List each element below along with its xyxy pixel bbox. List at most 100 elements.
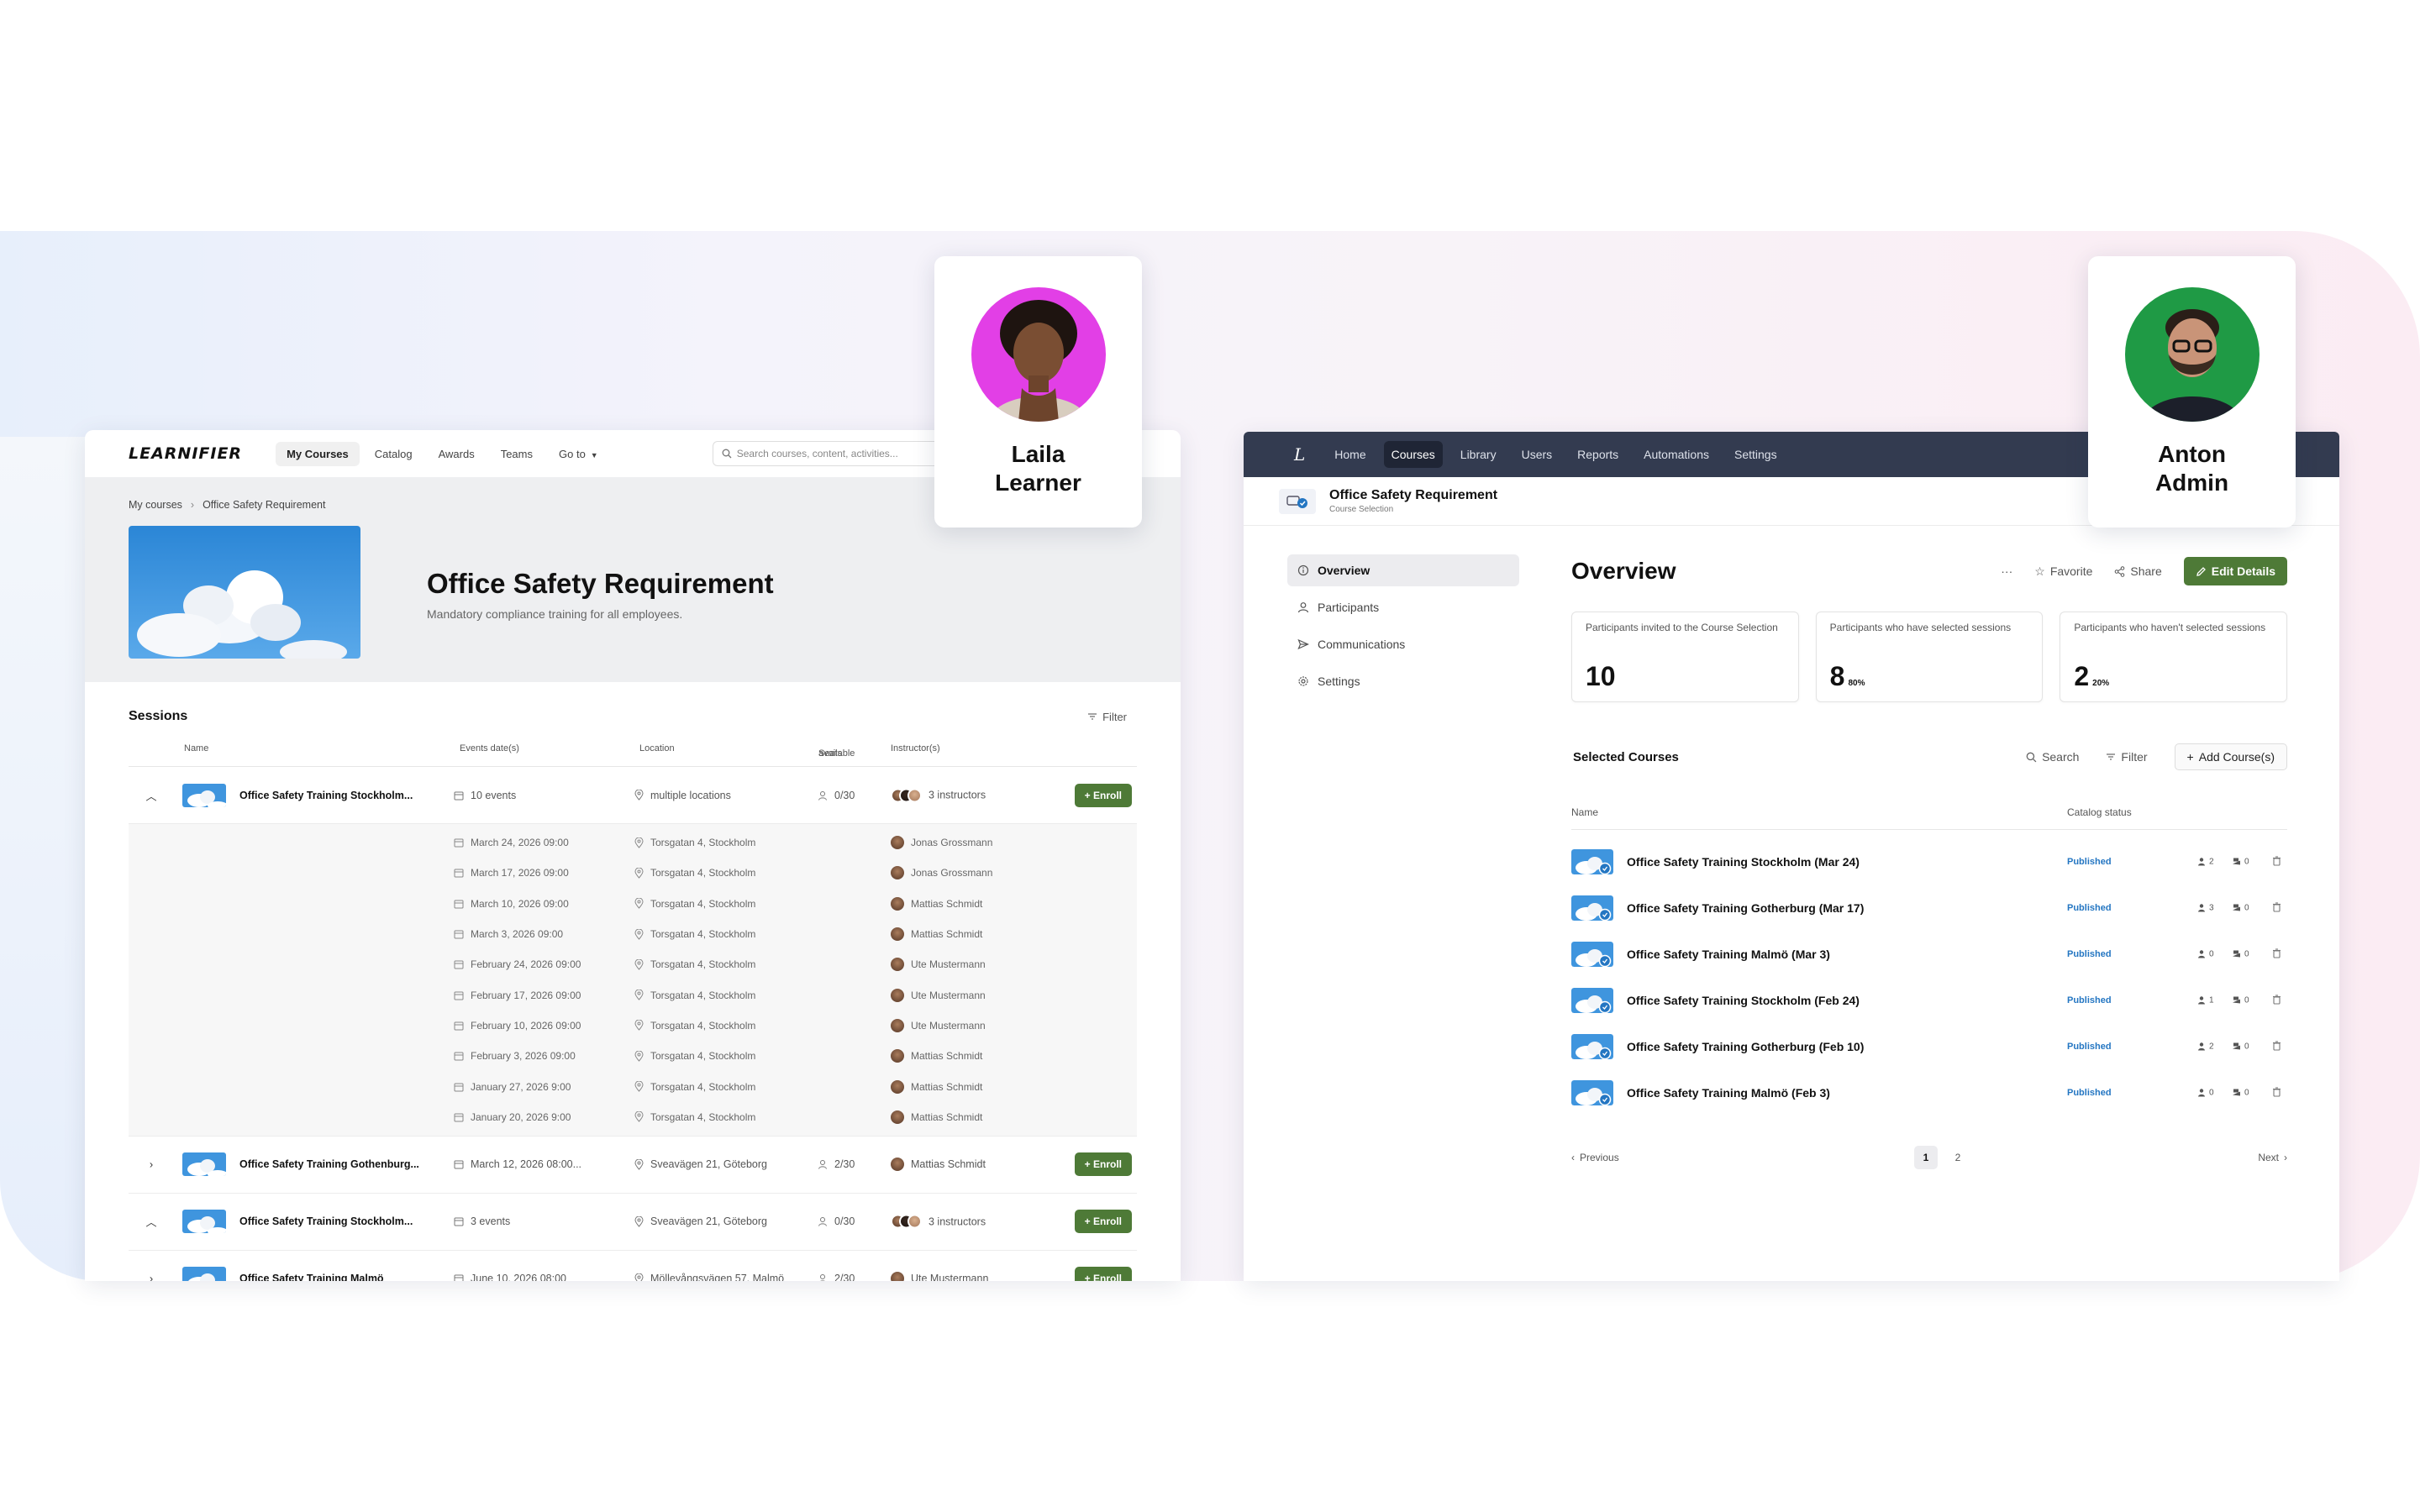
sessions-filter-button[interactable]: Filter	[1087, 711, 1127, 723]
chevron-up-icon[interactable]: ︿	[145, 1214, 157, 1230]
chevron-right-icon[interactable]: ›	[145, 1273, 157, 1281]
page-2-button[interactable]: 2	[1946, 1146, 1970, 1169]
page-1-button[interactable]: 1	[1914, 1146, 1938, 1169]
share-button[interactable]: Share	[2114, 564, 2162, 578]
stat-card-selected: Participants who have selected sessions …	[1815, 612, 2044, 702]
course-thumbnail	[1571, 987, 1613, 1013]
trash-icon[interactable]	[2272, 1040, 2281, 1053]
filter-button[interactable]: Filter	[2106, 750, 2148, 764]
session-seats-text: 0/30	[834, 789, 855, 801]
enroll-button[interactable]: + Enroll	[1074, 783, 1132, 807]
calendar-icon	[454, 1083, 464, 1092]
course-row[interactable]: Office Safety Training Gotherburg (Feb 1…	[1571, 1023, 2287, 1069]
share-icon	[2115, 565, 2125, 577]
session-name[interactable]: Office Safety Training Stockholm...	[239, 1215, 413, 1227]
nav-home[interactable]: Home	[1327, 441, 1373, 468]
session-name[interactable]: Office Safety Training Stockholm...	[239, 790, 413, 801]
course-row[interactable]: Office Safety Training Stockholm (Feb 24…	[1571, 977, 2287, 1023]
stat-value: 2 20%	[2074, 661, 2273, 692]
add-courses-button[interactable]: + Add Course(s)	[2174, 743, 2287, 770]
session-events-text: 3 events	[471, 1215, 511, 1228]
nav-library[interactable]: Library	[1453, 441, 1504, 468]
event-instructor-text: Mattias Schmidt	[911, 897, 983, 910]
session-row[interactable]: › Office Safety Training Gothenburg... M…	[129, 1137, 1137, 1194]
favorite-button[interactable]: ☆ Favorite	[2034, 564, 2092, 579]
seat-count-text: 0	[2244, 903, 2249, 912]
enroll-label: Enroll	[1092, 1158, 1122, 1171]
session-location-text: multiple locations	[650, 789, 731, 801]
course-row[interactable]: Office Safety Training Gotherburg (Mar 1…	[1571, 885, 2287, 931]
course-name[interactable]: Office Safety Training Gotherburg (Feb 1…	[1627, 1040, 1864, 1053]
sidebar-item-settings[interactable]: Settings	[1287, 665, 1519, 697]
enroll-button[interactable]: + Enroll	[1074, 1267, 1132, 1281]
nav-teams[interactable]: Teams	[490, 442, 544, 466]
session-row[interactable]: › Office Safety Training Malmö June 10, …	[129, 1251, 1137, 1281]
event-date: February 3, 2026 09:00	[454, 1050, 576, 1062]
event-date: February 24, 2026 09:00	[454, 958, 581, 970]
session-location-text: Sveavägen 21, Göteborg	[650, 1158, 767, 1171]
course-caption: Course Selection	[1329, 505, 1394, 514]
location-pin-icon	[634, 898, 644, 909]
course-name[interactable]: Office Safety Training Gotherburg (Mar 1…	[1627, 901, 1864, 915]
enroll-button[interactable]: + Enroll	[1074, 1210, 1132, 1234]
course-row[interactable]: Office Safety Training Malmö (Mar 3) Publ…	[1571, 931, 2287, 977]
participant-count: 0	[2197, 949, 2214, 958]
participant-count-text: 0	[2209, 1088, 2214, 1097]
session-thumbnail	[182, 1152, 226, 1177]
session-instructors-text: 3 instructors	[929, 789, 986, 801]
trash-icon[interactable]	[2272, 1086, 2281, 1100]
col-location: Location	[639, 743, 675, 753]
sidebar-item-communications[interactable]: Communications	[1287, 628, 1519, 660]
trash-icon[interactable]	[2272, 901, 2281, 915]
chevron-right-icon[interactable]: ›	[145, 1158, 157, 1171]
col-dates: Events date(s)	[460, 743, 519, 753]
session-location-text: Möllevångsvägen 57, Malmö	[650, 1273, 785, 1281]
next-page-button[interactable]: Next ›	[2258, 1152, 2287, 1163]
session-name[interactable]: Office Safety Training Malmö	[239, 1273, 384, 1281]
trash-icon[interactable]	[2272, 948, 2281, 961]
event-instructor-text: Mattias Schmidt	[911, 1050, 983, 1063]
stat-label: Participants who have selected sessions	[1829, 622, 2012, 633]
sidebar-item-participants[interactable]: Participants	[1287, 591, 1519, 623]
nav-awards[interactable]: Awards	[428, 442, 486, 466]
chevron-up-icon[interactable]: ︿	[145, 787, 157, 803]
sidebar-item-overview[interactable]: Overview	[1287, 554, 1519, 586]
previous-page-button[interactable]: ‹ Previous	[1571, 1152, 1619, 1163]
nav-my-courses[interactable]: My Courses	[276, 441, 360, 466]
event-date-text: February 3, 2026 09:00	[471, 1050, 576, 1063]
course-name[interactable]: Office Safety Training Malmö (Feb 3)	[1627, 1086, 1830, 1100]
calendar-icon	[454, 1217, 464, 1226]
event-instructor-text: Jonas Grossmann	[911, 867, 993, 879]
nav-reports[interactable]: Reports	[1570, 441, 1626, 468]
breadcrumb-my-courses[interactable]: My courses	[129, 499, 182, 511]
search-button[interactable]: Search	[2026, 750, 2079, 764]
calendar-icon	[454, 838, 464, 848]
selected-courses-header: Selected Courses Search Filter + Add Cour…	[1571, 743, 2287, 771]
event-instructor: Jonas Grossmann	[891, 866, 993, 880]
course-name[interactable]: Office Safety Training Stockholm (Mar 24…	[1627, 855, 1860, 869]
course-name[interactable]: Office Safety Training Malmö (Mar 3)	[1627, 948, 1830, 961]
nav-users[interactable]: Users	[1514, 441, 1560, 468]
enroll-button[interactable]: + Enroll	[1074, 1152, 1132, 1177]
session-row[interactable]: ︿ Office Safety Training Stockholm... 10…	[129, 767, 1137, 824]
course-row[interactable]: Office Safety Training Stockholm (Mar 24…	[1571, 838, 2287, 885]
nav-go-to[interactable]: Go to ▼	[548, 442, 609, 466]
nav-catalog[interactable]: Catalog	[364, 442, 424, 466]
nav-automations[interactable]: Automations	[1636, 441, 1717, 468]
course-row[interactable]: Office Safety Training Malmö (Feb 3) Publ…	[1571, 1069, 2287, 1116]
more-options-button[interactable]: ···	[2001, 564, 2012, 578]
persona-last-name: Admin	[2154, 470, 2229, 496]
caret-down-icon: ▼	[590, 450, 598, 459]
session-name[interactable]: Office Safety Training Gothenburg...	[239, 1158, 419, 1170]
trash-icon[interactable]	[2272, 994, 2281, 1007]
gear-icon	[1298, 676, 1308, 686]
course-name[interactable]: Office Safety Training Stockholm (Feb 24…	[1627, 994, 1860, 1007]
nav-courses[interactable]: Courses	[1383, 441, 1443, 468]
session-row[interactable]: ︿ Office Safety Training Stockholm... 3 …	[129, 1194, 1137, 1251]
learnifier-logo-mark[interactable]: L	[1294, 444, 1305, 465]
learnifier-logo[interactable]: LEARNIFIER	[129, 444, 242, 463]
event-instructor-text: Ute Mustermann	[911, 989, 986, 1001]
edit-details-button[interactable]: Edit Details	[2183, 557, 2287, 585]
trash-icon[interactable]	[2272, 855, 2281, 869]
nav-settings[interactable]: Settings	[1727, 441, 1785, 468]
